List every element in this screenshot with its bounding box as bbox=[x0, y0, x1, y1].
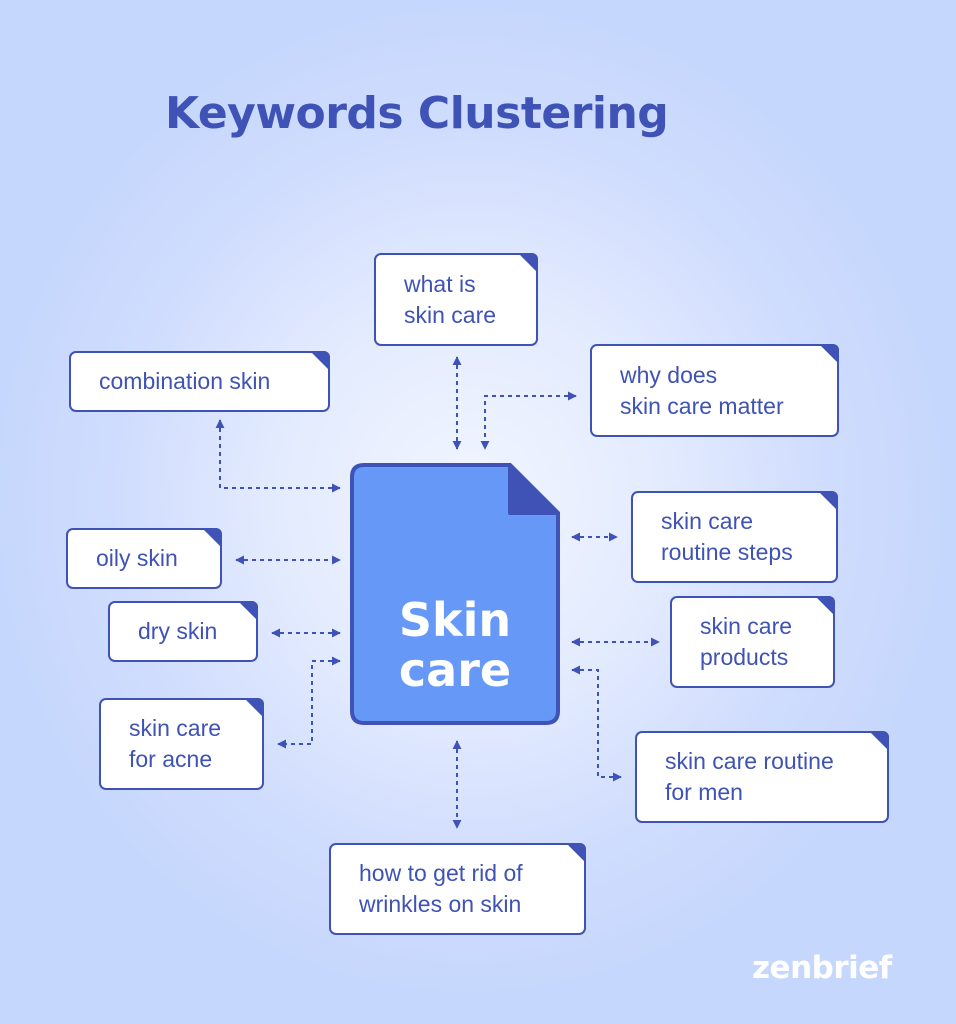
page-fold-icon bbox=[244, 698, 264, 718]
page-fold-icon bbox=[518, 253, 538, 273]
keyword-card-oily-skin[interactable]: oily skin bbox=[66, 528, 222, 589]
brand-logo: zenbrief bbox=[752, 950, 892, 986]
keyword-card-skin-care-products[interactable]: skin care products bbox=[670, 596, 835, 688]
page-fold-icon bbox=[818, 491, 838, 511]
central-topic-line2: care bbox=[398, 643, 512, 697]
page-fold-icon bbox=[819, 344, 839, 364]
keyword-card-why-does-skin-care-matter[interactable]: why does skin care matter bbox=[590, 344, 839, 437]
connector-why-does-skin-care-matter bbox=[480, 391, 577, 450]
keyword-card-skin-care-routine-steps[interactable]: skin care routine steps bbox=[631, 491, 838, 583]
page-fold-icon bbox=[566, 843, 586, 863]
central-topic: Skin care bbox=[350, 595, 560, 695]
keyword-card-skin-care-for-acne[interactable]: skin care for acne bbox=[99, 698, 264, 790]
keyword-card-skin-care-routine-for-men[interactable]: skin care routine for men bbox=[635, 731, 889, 823]
keyword-card-what-is-skin-care[interactable]: what is skin care bbox=[374, 253, 538, 346]
page-fold-icon bbox=[202, 528, 222, 548]
keyword-card-combination-skin[interactable]: combination skin bbox=[69, 351, 330, 412]
connector-skin-care-routine-for-men bbox=[571, 665, 622, 782]
page-fold-icon bbox=[815, 596, 835, 616]
connector-skin-care-for-acne bbox=[277, 656, 341, 749]
keyword-card-how-to-get-rid-of-wrinkles[interactable]: how to get rid of wrinkles on skin bbox=[329, 843, 586, 935]
page-fold-icon bbox=[869, 731, 889, 751]
page-fold-icon bbox=[310, 351, 330, 371]
central-topic-line1: Skin bbox=[398, 593, 512, 647]
keyword-card-dry-skin[interactable]: dry skin bbox=[108, 601, 258, 662]
page-fold-icon bbox=[238, 601, 258, 621]
connector-combination-skin bbox=[215, 419, 341, 493]
